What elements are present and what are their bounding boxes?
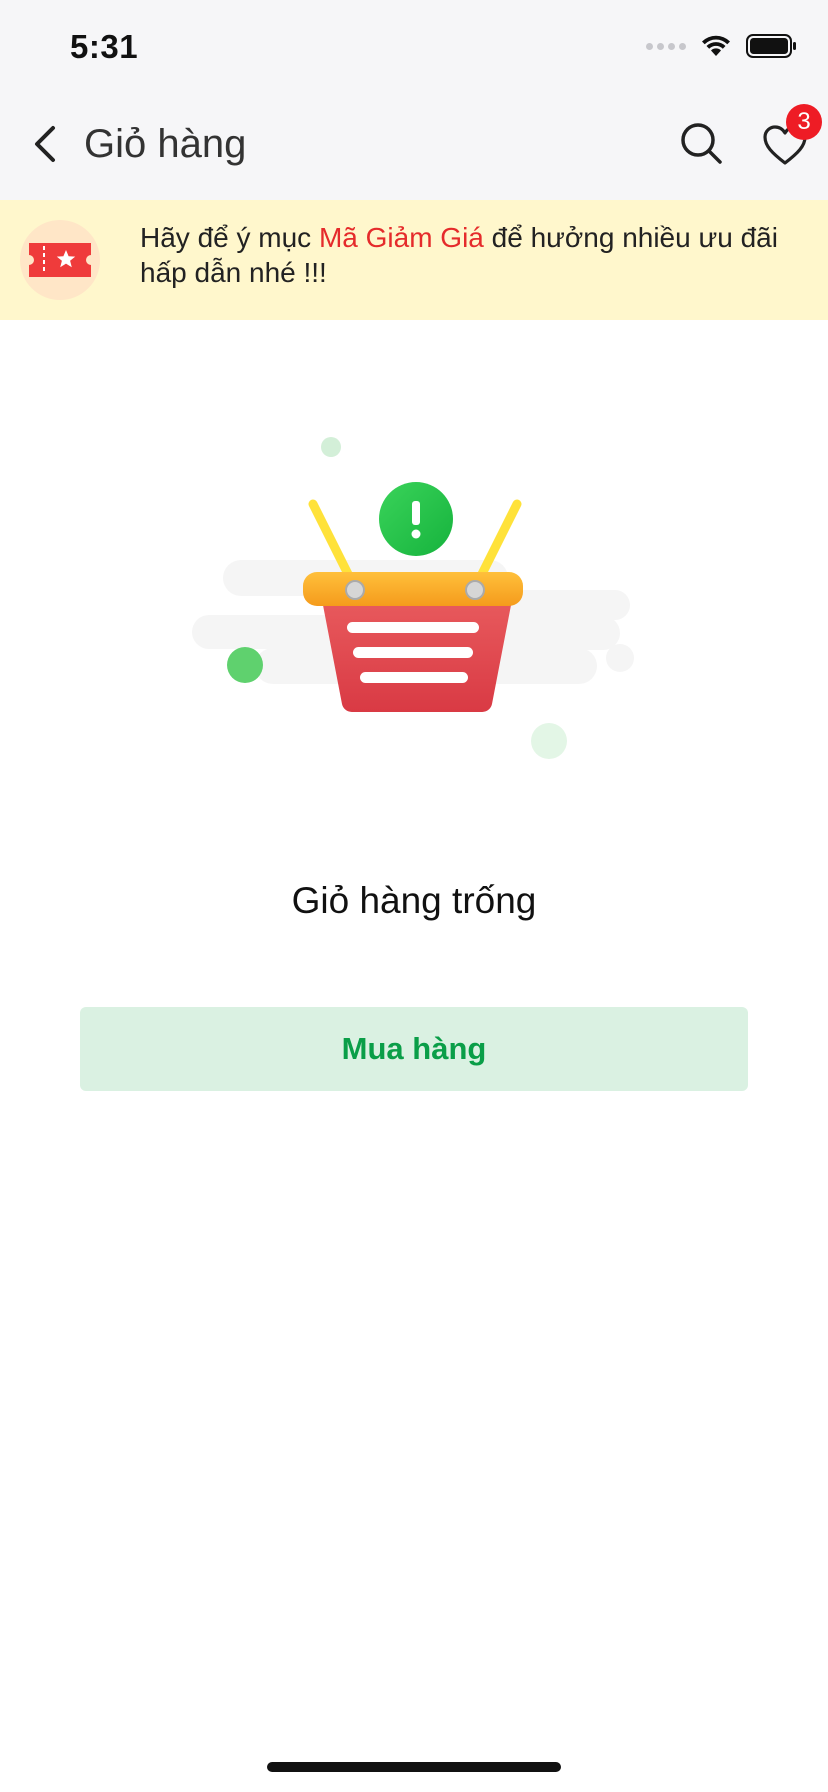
decor-dot [531,723,567,759]
coupon-banner[interactable]: Hãy để ý mục Mã Giảm Giá để hưởng nhiều … [0,200,828,320]
back-button[interactable] [22,120,70,168]
battery-icon [746,34,796,58]
banner-text-before: Hãy để ý mục [140,222,319,253]
favorites-count-badge: 3 [786,104,822,140]
page-title: Giỏ hàng [84,122,247,166]
coupon-ticket-icon [29,243,91,277]
search-icon [681,123,722,164]
empty-basket-illustration [192,437,634,759]
cart-screen: 5:31 Giỏ hàng 3 Hãy để ý mục Mã Giảm Giá… [0,0,828,1792]
status-time: 5:31 [70,28,139,65]
decor-dot [321,437,341,457]
shop-now-button[interactable]: Mua hàng [80,1007,748,1091]
search-button[interactable] [676,118,726,168]
status-icons [646,34,798,58]
wifi-icon [702,35,730,56]
top-bar: 5:31 Giỏ hàng 3 [0,0,828,200]
empty-cart-title: Giỏ hàng trống [291,880,537,921]
home-indicator[interactable] [267,1762,561,1772]
coupon-banner-text: Hãy để ý mục Mã Giảm Giá để hưởng nhiều … [140,220,800,290]
navigation-bar: Giỏ hàng [0,100,828,200]
coupon-icon-bg [20,220,100,300]
chevron-left-icon [35,126,55,162]
coupon-highlight-link[interactable]: Mã Giảm Giá [319,222,484,253]
cellular-signal-icon [646,42,686,50]
decor-dot [227,647,263,683]
